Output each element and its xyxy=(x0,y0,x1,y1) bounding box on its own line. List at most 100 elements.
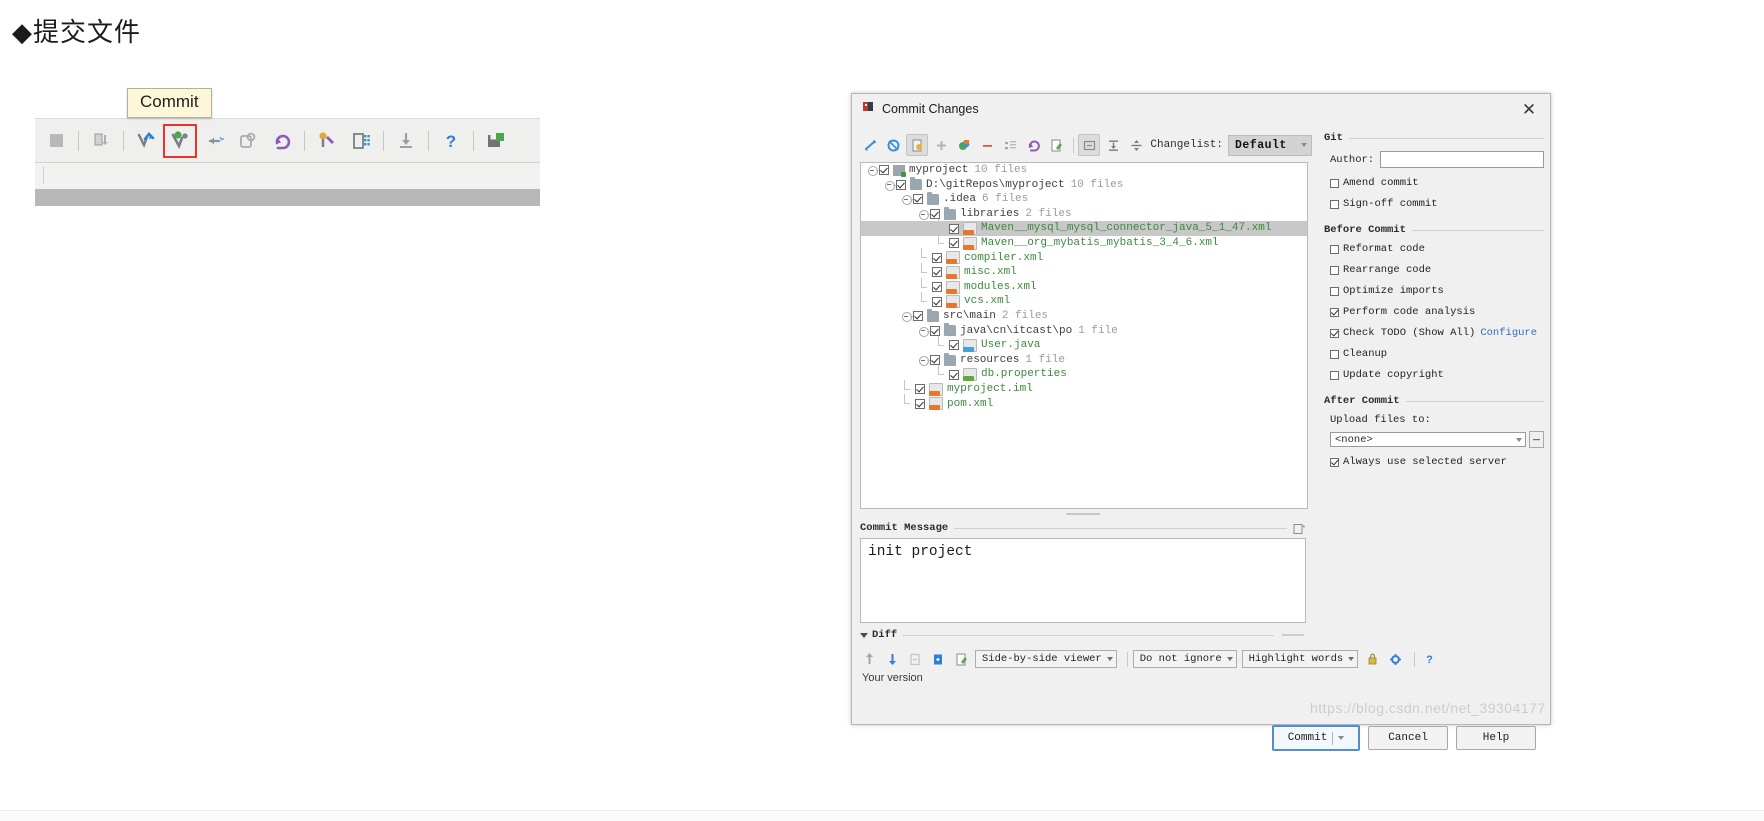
refresh-icon[interactable] xyxy=(883,135,903,155)
save-all-icon[interactable] xyxy=(479,124,513,158)
before-commit-option[interactable]: Update copyright xyxy=(1330,369,1544,381)
before-commit-option[interactable]: Cleanup xyxy=(1330,348,1544,360)
tree-row[interactable]: java\cn\itcast\po 1 file xyxy=(861,323,1307,339)
apply-icon[interactable] xyxy=(929,650,948,669)
download-icon[interactable] xyxy=(389,124,423,158)
group-by-icon[interactable] xyxy=(1000,135,1020,155)
tree-row[interactable]: vcs.xml xyxy=(861,292,1307,309)
sign-off-commit-row[interactable]: Sign-off commit xyxy=(1330,198,1544,210)
tree-row[interactable]: D:\gitRepos\myproject 10 files xyxy=(861,177,1307,193)
tree-resize-grip[interactable] xyxy=(860,510,1306,518)
collapse-icon[interactable] xyxy=(1103,135,1123,155)
split-icon[interactable] xyxy=(1126,135,1146,155)
tree-row-checkbox[interactable] xyxy=(913,311,923,322)
tree-row[interactable]: Maven__mysql_mysql_connector_java_5_1_47… xyxy=(861,219,1307,236)
author-input[interactable] xyxy=(1380,151,1544,168)
tree-row-checkbox[interactable] xyxy=(949,238,959,249)
diff-ignore-dropdown[interactable]: Do not ignore xyxy=(1132,650,1237,668)
tree-row-checkbox[interactable] xyxy=(930,355,940,366)
tree-row-checkbox[interactable] xyxy=(930,325,940,336)
before-commit-option[interactable]: Perform code analysis xyxy=(1330,306,1544,318)
always-use-selected-server-checkbox[interactable] xyxy=(1330,457,1339,467)
commit-button[interactable]: Commit xyxy=(1272,725,1360,751)
update-project-icon[interactable] xyxy=(84,124,118,158)
before-commit-checkbox[interactable] xyxy=(1330,286,1339,296)
before-commit-option[interactable]: Optimize imports xyxy=(1330,285,1544,297)
preview-icon[interactable] xyxy=(1078,134,1100,156)
tree-row-checkbox[interactable] xyxy=(932,282,942,293)
browse-servers-button[interactable] xyxy=(1529,431,1544,448)
amend-commit-row[interactable]: Amend commit xyxy=(1330,177,1544,189)
show-diff-icon[interactable] xyxy=(906,134,928,156)
next-difference-icon[interactable] xyxy=(883,650,902,669)
tree-row[interactable]: myproject.iml xyxy=(861,379,1307,397)
before-commit-checkbox[interactable] xyxy=(1330,307,1339,317)
stop-icon[interactable] xyxy=(39,124,73,158)
rollback-icon[interactable] xyxy=(265,124,299,158)
diff-section-header[interactable]: Diff xyxy=(860,628,1306,642)
history-icon[interactable] xyxy=(231,124,265,158)
tree-row-checkbox[interactable] xyxy=(879,165,889,176)
before-commit-option[interactable]: Check TODO (Show All) Configure xyxy=(1330,327,1544,339)
tree-row-checkbox[interactable] xyxy=(915,398,925,409)
tree-row[interactable]: User.java xyxy=(861,335,1307,353)
tree-row[interactable]: resources 1 file xyxy=(861,352,1307,368)
delete-icon[interactable] xyxy=(977,135,997,155)
help-button[interactable]: Help xyxy=(1456,726,1536,750)
tree-row[interactable]: myproject 10 files xyxy=(861,163,1307,178)
tree-row[interactable]: pom.xml xyxy=(861,394,1307,412)
structure-icon[interactable] xyxy=(344,124,378,158)
settings-wrench-icon[interactable] xyxy=(310,124,344,158)
expand-all-icon[interactable] xyxy=(860,135,880,155)
tree-row[interactable]: src\main 2 files xyxy=(861,308,1307,324)
tree-row[interactable]: libraries 2 files xyxy=(861,206,1307,222)
before-commit-checkbox[interactable] xyxy=(1330,244,1339,254)
help-icon[interactable]: ? xyxy=(434,124,468,158)
tree-row[interactable]: modules.xml xyxy=(861,277,1307,295)
tree-collapse-toggle[interactable] xyxy=(918,355,931,367)
edit-source-icon[interactable] xyxy=(952,650,971,669)
revert-icon[interactable] xyxy=(906,650,925,669)
move-to-changelist-icon[interactable] xyxy=(954,135,974,155)
add-icon[interactable] xyxy=(931,135,951,155)
tree-row-checkbox[interactable] xyxy=(932,296,942,307)
before-commit-checkbox[interactable] xyxy=(1330,328,1339,338)
tree-row[interactable]: .idea 6 files xyxy=(861,191,1307,207)
tree-collapse-toggle[interactable] xyxy=(901,194,914,206)
tree-row[interactable]: Maven__org_mybatis_mybatis_3_4_6.xml xyxy=(861,233,1307,251)
commit-icon[interactable] xyxy=(163,123,197,158)
update-vcs-icon[interactable] xyxy=(129,124,163,158)
tree-row-checkbox[interactable] xyxy=(930,209,940,220)
before-commit-option[interactable]: Reformat code xyxy=(1330,243,1544,255)
message-history-icon[interactable] xyxy=(1293,522,1306,534)
always-use-selected-server-row[interactable]: Always use selected server xyxy=(1330,456,1544,468)
upload-server-dropdown[interactable]: <none> xyxy=(1330,432,1526,447)
cancel-button[interactable]: Cancel xyxy=(1368,726,1448,750)
commit-message-input[interactable]: init project xyxy=(860,538,1306,623)
tree-row-checkbox[interactable] xyxy=(949,340,959,351)
tree-row[interactable]: db.properties xyxy=(861,365,1307,382)
rollback-icon[interactable] xyxy=(1023,135,1043,155)
changed-files-tree[interactable]: myproject 10 files D:\gitRepos\myproject 10… xyxy=(860,162,1308,509)
tree-row-checkbox[interactable] xyxy=(932,252,942,263)
before-commit-checkbox[interactable] xyxy=(1330,349,1339,359)
tree-collapse-toggle[interactable] xyxy=(901,311,914,323)
diff-resize-grip[interactable] xyxy=(1280,634,1306,637)
changelist-dropdown[interactable]: Default xyxy=(1228,134,1312,156)
tree-collapse-toggle[interactable] xyxy=(918,325,931,337)
push-icon[interactable] xyxy=(197,124,231,158)
diff-viewer-dropdown[interactable]: Side-by-side viewer xyxy=(975,650,1117,668)
tree-collapse-toggle[interactable] xyxy=(884,179,897,191)
tree-row-checkbox[interactable] xyxy=(896,179,906,190)
tree-row-checkbox[interactable] xyxy=(913,194,923,205)
tree-row-checkbox[interactable] xyxy=(949,369,959,380)
tree-row-checkbox[interactable] xyxy=(915,384,925,395)
tree-collapse-toggle[interactable] xyxy=(918,209,931,221)
tree-collapse-toggle[interactable] xyxy=(867,165,880,177)
sign-off-commit-checkbox[interactable] xyxy=(1330,199,1339,209)
before-commit-option[interactable]: Rearrange code xyxy=(1330,264,1544,276)
edit-source-icon[interactable] xyxy=(1046,135,1066,155)
tree-row-checkbox[interactable] xyxy=(949,223,959,234)
close-icon[interactable]: ✕ xyxy=(1520,100,1538,118)
tree-row[interactable]: misc.xml xyxy=(861,262,1307,280)
